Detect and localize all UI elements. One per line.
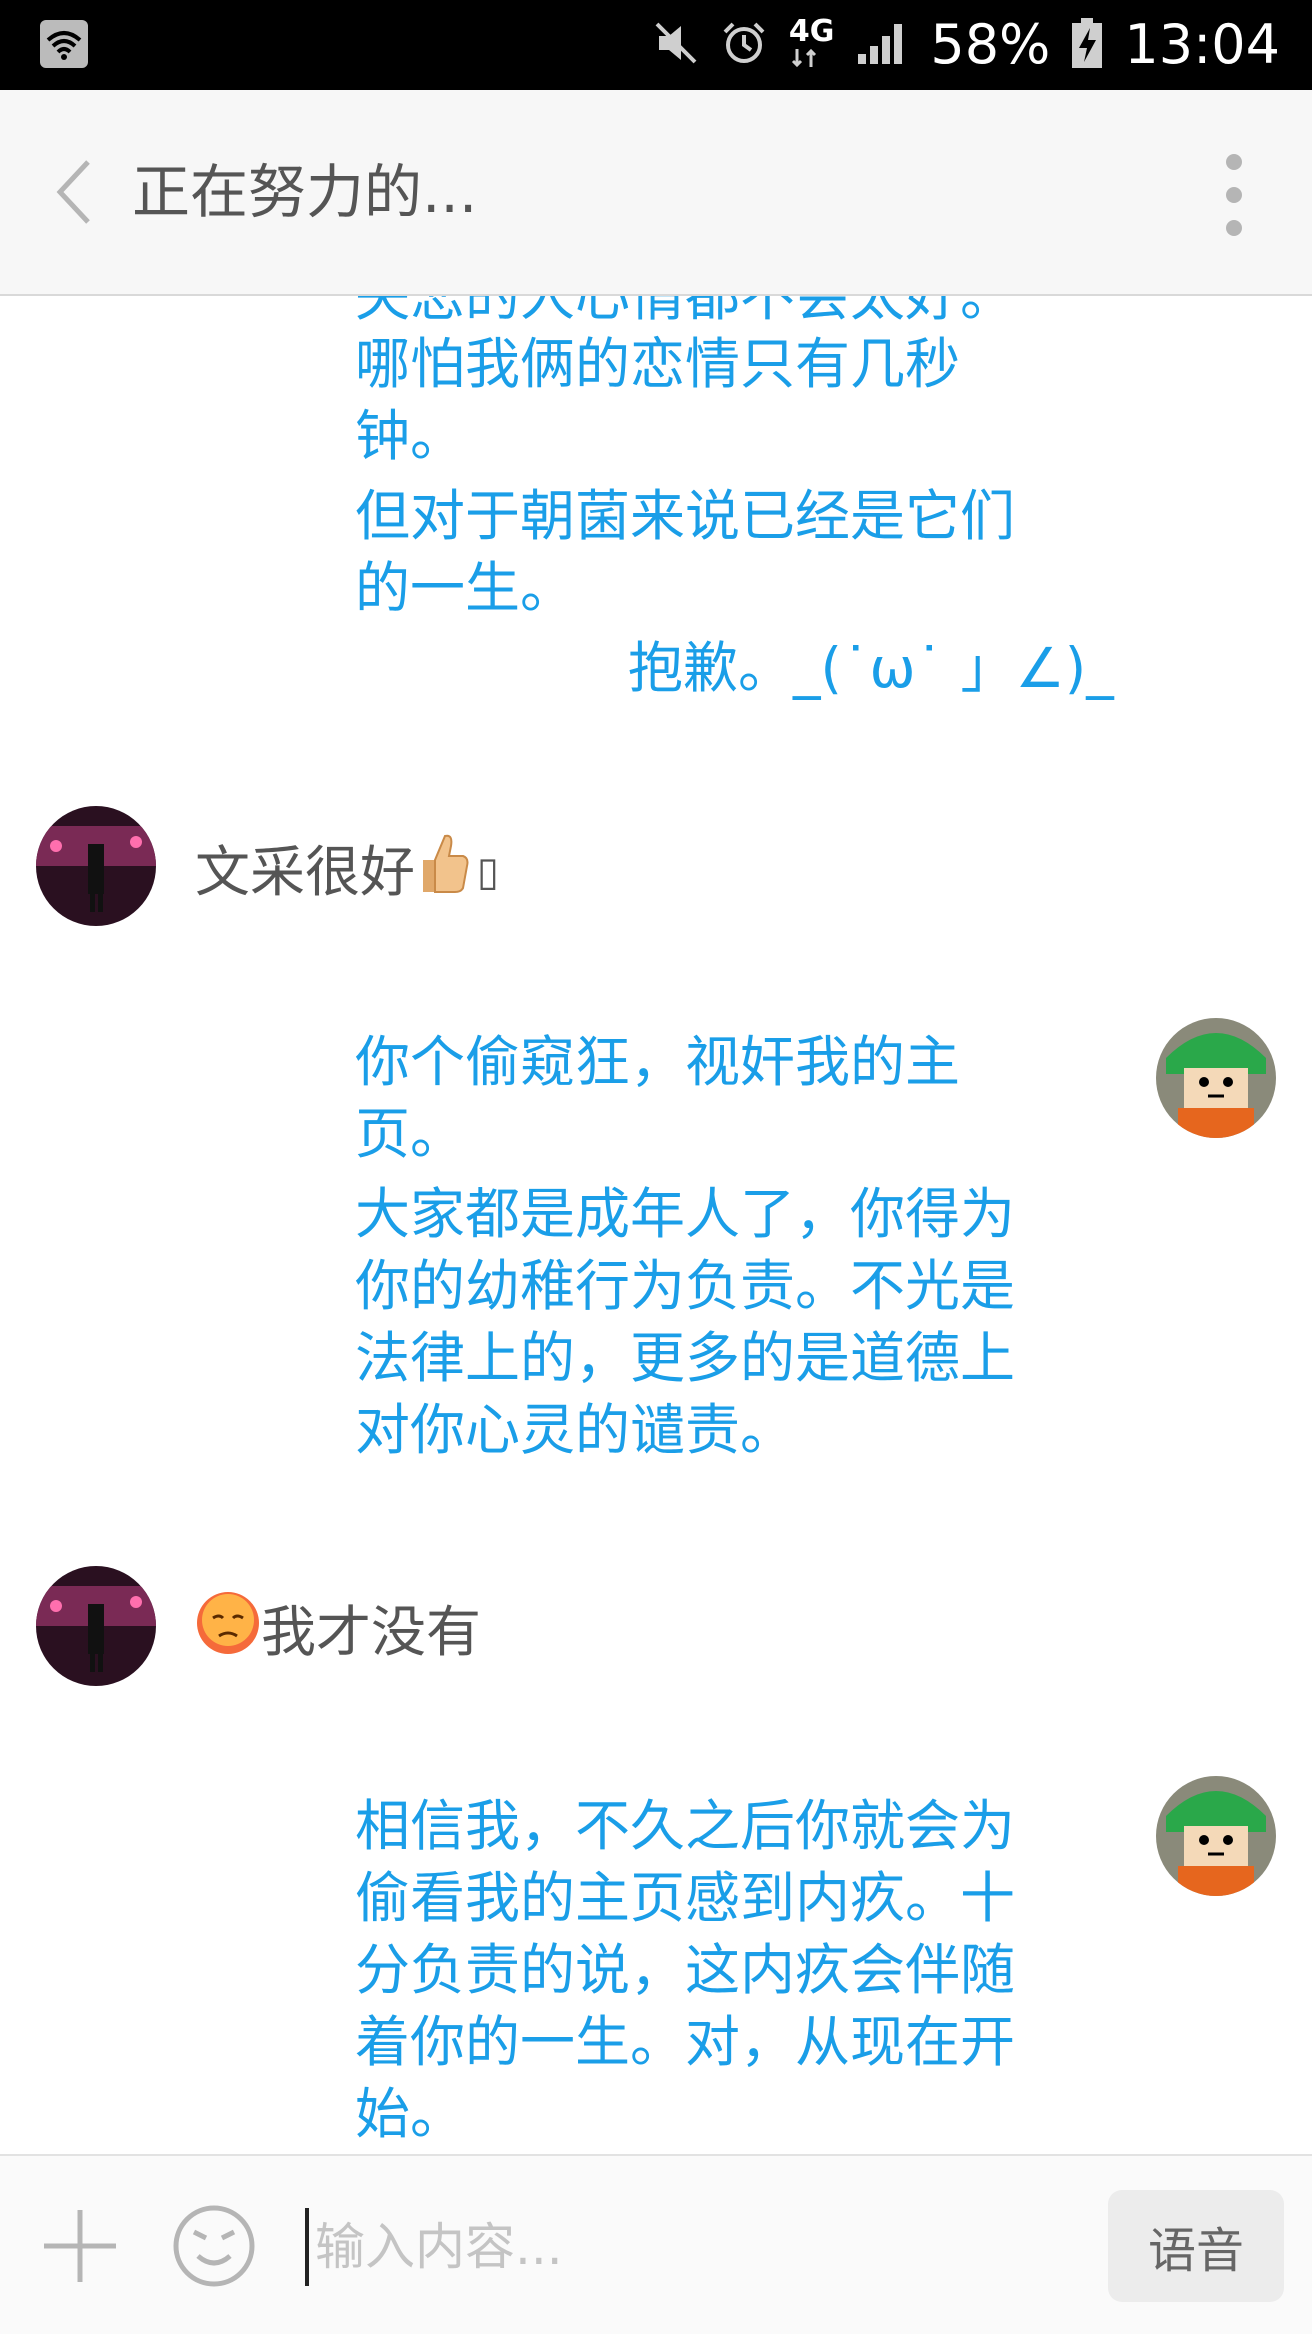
- message-partial-line: 失恋的人心情都不会太好。: [355, 296, 1016, 328]
- avatar[interactable]: [1156, 1776, 1276, 1896]
- back-button[interactable]: [50, 156, 100, 228]
- battery-percent: 58%: [930, 13, 1051, 76]
- network-type: 4G: [789, 17, 834, 73]
- message-paragraph: 相信我，不久之后你就会为 偷看我的主页感到内疚。十 分负责的说，这内疚会伴随 着…: [355, 1794, 1016, 2146]
- more-vertical-icon: [1226, 154, 1242, 236]
- message-paragraph: 但对于朝菌来说已经是它们 的一生。: [355, 484, 1016, 620]
- message-paragraph: 你个偷窥狂，视奸我的主 页。: [355, 1030, 961, 1166]
- message-list[interactable]: 失恋的人心情都不会太好。 哪怕我俩的恋情只有几秒 钟。 但对于朝菌来说已经是它们…: [0, 296, 1312, 2154]
- wifi-icon: [40, 20, 88, 72]
- message-paragraph: 大家都是成年人了，你得为 你的幼稚行为负责。不光是 法律上的，更多的是道德上 对…: [355, 1182, 1016, 1462]
- pouting-face-emoji: [195, 1590, 261, 1673]
- voice-button[interactable]: 语音: [1108, 2190, 1284, 2302]
- chat-title: 正在努力的...: [132, 158, 478, 226]
- alarm-icon: [721, 20, 767, 70]
- avatar[interactable]: [36, 1566, 156, 1686]
- chat-header: 正在努力的...: [0, 90, 1312, 296]
- mute-icon: [653, 20, 699, 70]
- input-bar: 语音: [0, 2154, 1312, 2334]
- message-bubble: 文采很好 ▯: [195, 830, 499, 913]
- battery-charging-icon: [1072, 18, 1103, 72]
- message-paragraph: 哪怕我俩的恋情只有几秒 钟。: [355, 332, 961, 468]
- thumbs-up-emoji: [415, 830, 471, 913]
- signal-icon: [856, 20, 908, 70]
- emoji-face-icon: [173, 2205, 255, 2287]
- message-kaomoji: 抱歉。_(˙ω˙ 」∠)_: [628, 636, 1114, 700]
- chevron-left-icon: [56, 160, 90, 224]
- emoji-button[interactable]: [172, 2204, 256, 2288]
- message-bubble: 我才没有: [195, 1590, 481, 1673]
- status-bar: 4G 58% 13:04: [0, 0, 1312, 90]
- plus-button[interactable]: [40, 2206, 120, 2286]
- avatar[interactable]: [1156, 1018, 1276, 1138]
- avatar[interactable]: [36, 806, 156, 926]
- message-input[interactable]: [305, 2208, 1077, 2286]
- more-options-button[interactable]: [1214, 150, 1254, 240]
- message-text: 我才没有: [261, 1599, 482, 1664]
- message-text: 文采很好: [195, 839, 416, 904]
- clock: 13:04: [1124, 13, 1280, 76]
- plus-icon: [44, 2210, 116, 2282]
- missing-glyph: ▯: [477, 848, 500, 895]
